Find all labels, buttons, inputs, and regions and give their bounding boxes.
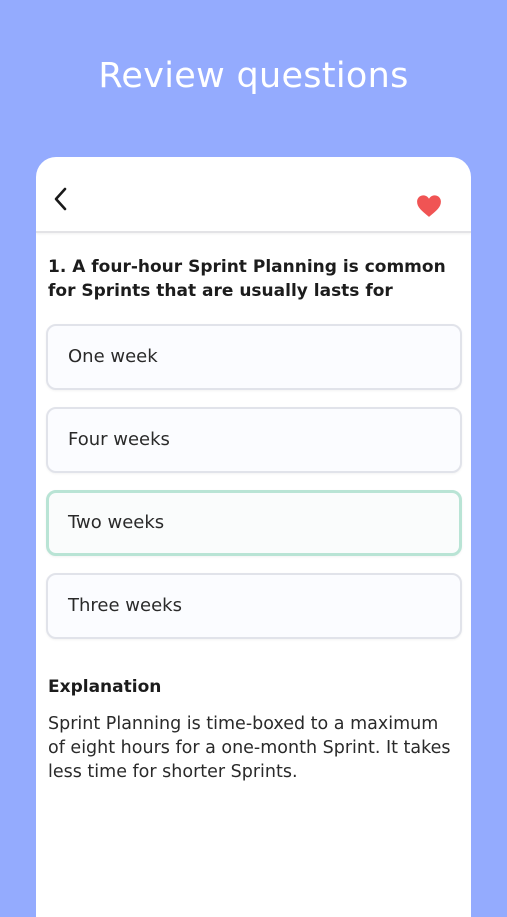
page-title: Review questions — [98, 56, 409, 96]
answer-options: One week Four weeks Two weeks Three week… — [46, 324, 462, 656]
back-button[interactable] — [50, 185, 72, 213]
explanation-text: Sprint Planning is time-boxed to a maxim… — [48, 714, 451, 782]
answer-option[interactable]: Four weeks — [46, 407, 462, 473]
answer-option-label: Four weeks — [68, 429, 170, 450]
answer-option-correct[interactable]: Two weeks — [46, 490, 462, 556]
card-toolbar — [36, 157, 471, 233]
answer-option[interactable]: Three weeks — [46, 573, 462, 639]
favorite-button[interactable] — [416, 194, 442, 218]
answer-option-label: Two weeks — [68, 512, 165, 533]
answer-option-label: One week — [68, 346, 158, 367]
question-card: 1. A four-hour Sprint Planning is common… — [36, 157, 471, 917]
question-text: 1. A four-hour Sprint Planning is common… — [48, 257, 446, 301]
chevron-left-icon — [54, 187, 67, 211]
answer-option[interactable]: One week — [46, 324, 462, 390]
explanation-heading: Explanation — [48, 677, 162, 697]
heart-icon — [417, 195, 441, 217]
answer-option-label: Three weeks — [68, 595, 182, 616]
